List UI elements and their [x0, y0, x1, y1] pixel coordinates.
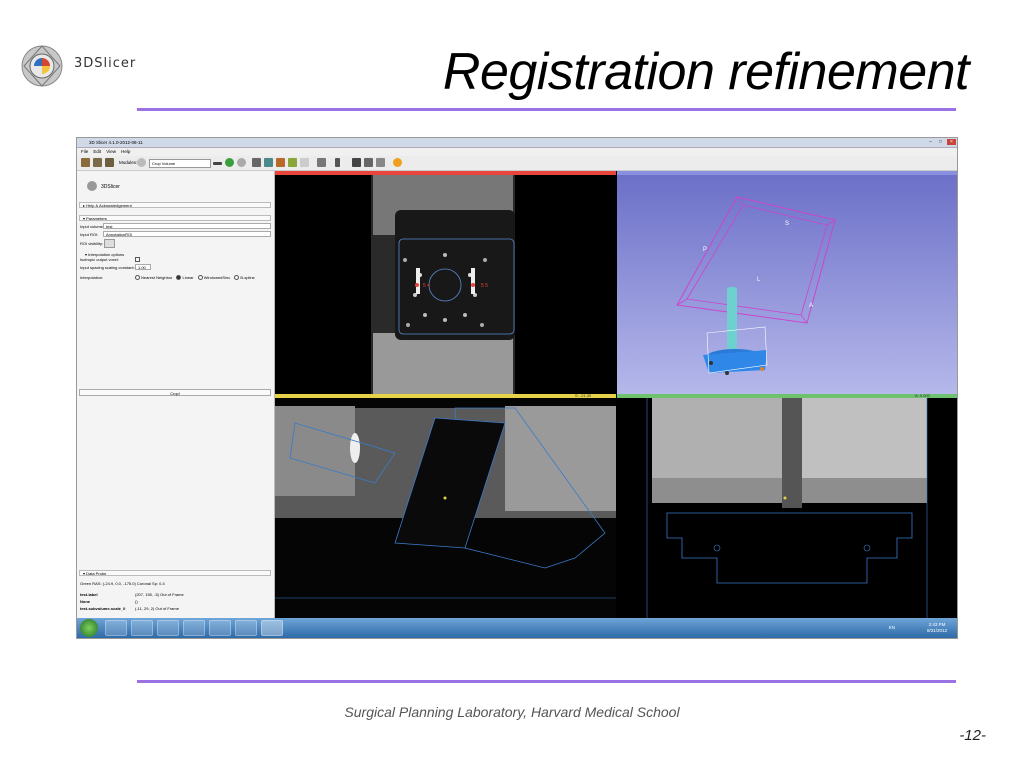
taskbar: EN 2:43 PM 8/31/2012: [77, 618, 957, 638]
interp-linear-label: Linear: [182, 275, 194, 280]
start-button-icon[interactable]: [80, 619, 98, 637]
taskbar-date: 8/31/2012: [926, 628, 947, 633]
help-section-label: Help & Acknowledgement: [86, 203, 132, 208]
forward-icon[interactable]: [225, 158, 234, 167]
crosshair-icon[interactable]: [352, 158, 361, 167]
taskbar-office-icon[interactable]: [183, 620, 205, 636]
modules-label: Modules:: [119, 160, 138, 165]
refresh-icon[interactable]: [237, 158, 246, 167]
yellow-slice-view[interactable]: [275, 398, 616, 618]
red-slice-view[interactable]: 5 4 5 5: [275, 175, 616, 394]
panel-logo-text: 3DSlicer: [101, 184, 120, 190]
probe-row-name: test-label: [80, 592, 98, 597]
interp-bspline-label: B-spline: [240, 275, 255, 280]
slide-footer: Surgical Planning Laboratory, Harvard Me…: [344, 704, 680, 720]
top-rule: [137, 108, 956, 111]
slide-title: Registration refinement: [442, 43, 970, 101]
menu-edit[interactable]: Edit: [93, 149, 101, 154]
module-volumes-icon[interactable]: [288, 158, 297, 167]
view-layout: 5 4 5 5 P S L A S: -21.39 A: 0.000: [275, 171, 957, 618]
parameters-section-label: Parameters: [86, 216, 107, 221]
taskbar-clock[interactable]: 2:43 PM 8/31/2012: [927, 622, 947, 634]
layout-icon[interactable]: [252, 158, 261, 167]
roi-visibility-eye-icon[interactable]: [104, 239, 115, 248]
interp-bspline-radio[interactable]: [234, 275, 240, 281]
green-slice-view[interactable]: [617, 398, 957, 618]
fiducial-icon[interactable]: [393, 158, 402, 167]
grid-layout-icon[interactable]: [317, 158, 326, 167]
mouse-mode-icon[interactable]: [335, 158, 340, 167]
3d-view[interactable]: P S L A: [617, 175, 957, 394]
input-roi-label: Input ROI:: [80, 232, 99, 237]
module-panel: 3DSlicer ▸ Help & Acknowledgement ▾ Para…: [77, 171, 275, 618]
taskbar-media-icon[interactable]: [157, 620, 179, 636]
minimize-button[interactable]: –: [926, 139, 935, 145]
taskbar-app2-icon[interactable]: [235, 620, 257, 636]
input-volume-select[interactable]: test: [103, 223, 271, 229]
module-models-icon[interactable]: [300, 158, 309, 167]
spacing-spinbox[interactable]: 1.00: [135, 264, 151, 270]
toolbar: Modules: Crop Volume: [77, 156, 957, 171]
module-editor-icon[interactable]: [276, 158, 285, 167]
roi-visibility-label: ROI visibility:: [80, 241, 104, 246]
taskbar-app-icon[interactable]: [209, 620, 231, 636]
parameters-section[interactable]: ▾ Parameters: [79, 215, 271, 221]
load-data-icon[interactable]: [81, 158, 90, 167]
taskbar-ie-icon[interactable]: [105, 620, 127, 636]
search-icon[interactable]: [137, 158, 146, 167]
isotropic-label: Isotropic output voxel:: [80, 257, 119, 262]
load-dicom-icon[interactable]: [93, 158, 102, 167]
interp-windowed-label: WindowedSinc: [203, 275, 231, 280]
probe-row-value: (-11, 29, 2) Out of Frame: [135, 606, 179, 611]
panel-logo-icon: [87, 181, 97, 191]
interp-label: Interpolation:: [80, 275, 104, 280]
logo-text: 3DSlicer: [74, 56, 137, 71]
spacing-label: Input spacing scaling constant:: [80, 265, 135, 270]
screenshot-icon[interactable]: [364, 158, 373, 167]
data-probe-section[interactable]: ▾ Data Probe: [79, 570, 271, 576]
module-select[interactable]: Crop Volume: [149, 159, 211, 168]
probe-row-name: None: [80, 599, 90, 604]
menu-file[interactable]: File: [81, 149, 88, 154]
save-icon[interactable]: [105, 158, 114, 167]
interp-windowed-radio[interactable]: [197, 275, 203, 281]
menu-view[interactable]: View: [106, 149, 116, 154]
probe-row-value: (207, 155, -5) Out of Frame: [135, 592, 184, 597]
input-volume-label: Input volume:: [80, 224, 105, 229]
data-probe-section-label: Data Probe: [86, 571, 107, 576]
window-titlebar: 3D Slicer 4.1.0-2012-08-11 – □ ×: [77, 138, 957, 148]
taskbar-explorer-icon[interactable]: [131, 620, 153, 636]
slicer-logo-icon: [21, 45, 63, 87]
back-icon[interactable]: [213, 162, 222, 165]
3d-label-s: S: [785, 221, 789, 227]
interp-options: Nearest Neighbor Linear WindowedSinc B-s…: [132, 275, 255, 281]
interp-nearest-label: Nearest Neighbor: [141, 275, 173, 280]
bottom-rule: [137, 680, 956, 683]
input-roi-select[interactable]: AnnotationROI: [103, 231, 271, 237]
help-section[interactable]: ▸ Help & Acknowledgement: [79, 202, 271, 208]
view-icon[interactable]: [376, 158, 385, 167]
crop-button[interactable]: Crop!: [79, 389, 271, 396]
isotropic-checkbox[interactable]: [135, 257, 140, 262]
interp-nearest-radio[interactable]: [135, 275, 140, 281]
page-number: -12-: [959, 727, 986, 744]
maximize-button[interactable]: □: [936, 139, 945, 145]
probe-row-name: test-subvolume-scale_0: [80, 606, 126, 611]
red-marker-left: 5 4: [423, 283, 430, 289]
3d-label-p: P: [703, 247, 707, 253]
probe-row-value: (): [135, 599, 138, 604]
probe-line: Green RAS: (-24.9, 0.0, -175.0) Coronal …: [80, 581, 165, 586]
red-marker-right: 5 5: [481, 283, 488, 289]
taskbar-slicer-icon[interactable]: [261, 620, 283, 636]
module-data-icon[interactable]: [264, 158, 273, 167]
close-button[interactable]: ×: [947, 139, 956, 145]
taskbar-language[interactable]: EN: [889, 625, 895, 630]
slicer-screenshot: 3D Slicer 4.1.0-2012-08-11 – □ × File Ed…: [76, 137, 958, 639]
interp-linear-radio[interactable]: [176, 275, 182, 281]
window-title: 3D Slicer 4.1.0-2012-08-11: [89, 140, 143, 145]
3d-label-a: A: [809, 303, 813, 309]
menu-help[interactable]: Help: [121, 149, 130, 154]
menubar: File Edit View Help: [77, 148, 957, 156]
